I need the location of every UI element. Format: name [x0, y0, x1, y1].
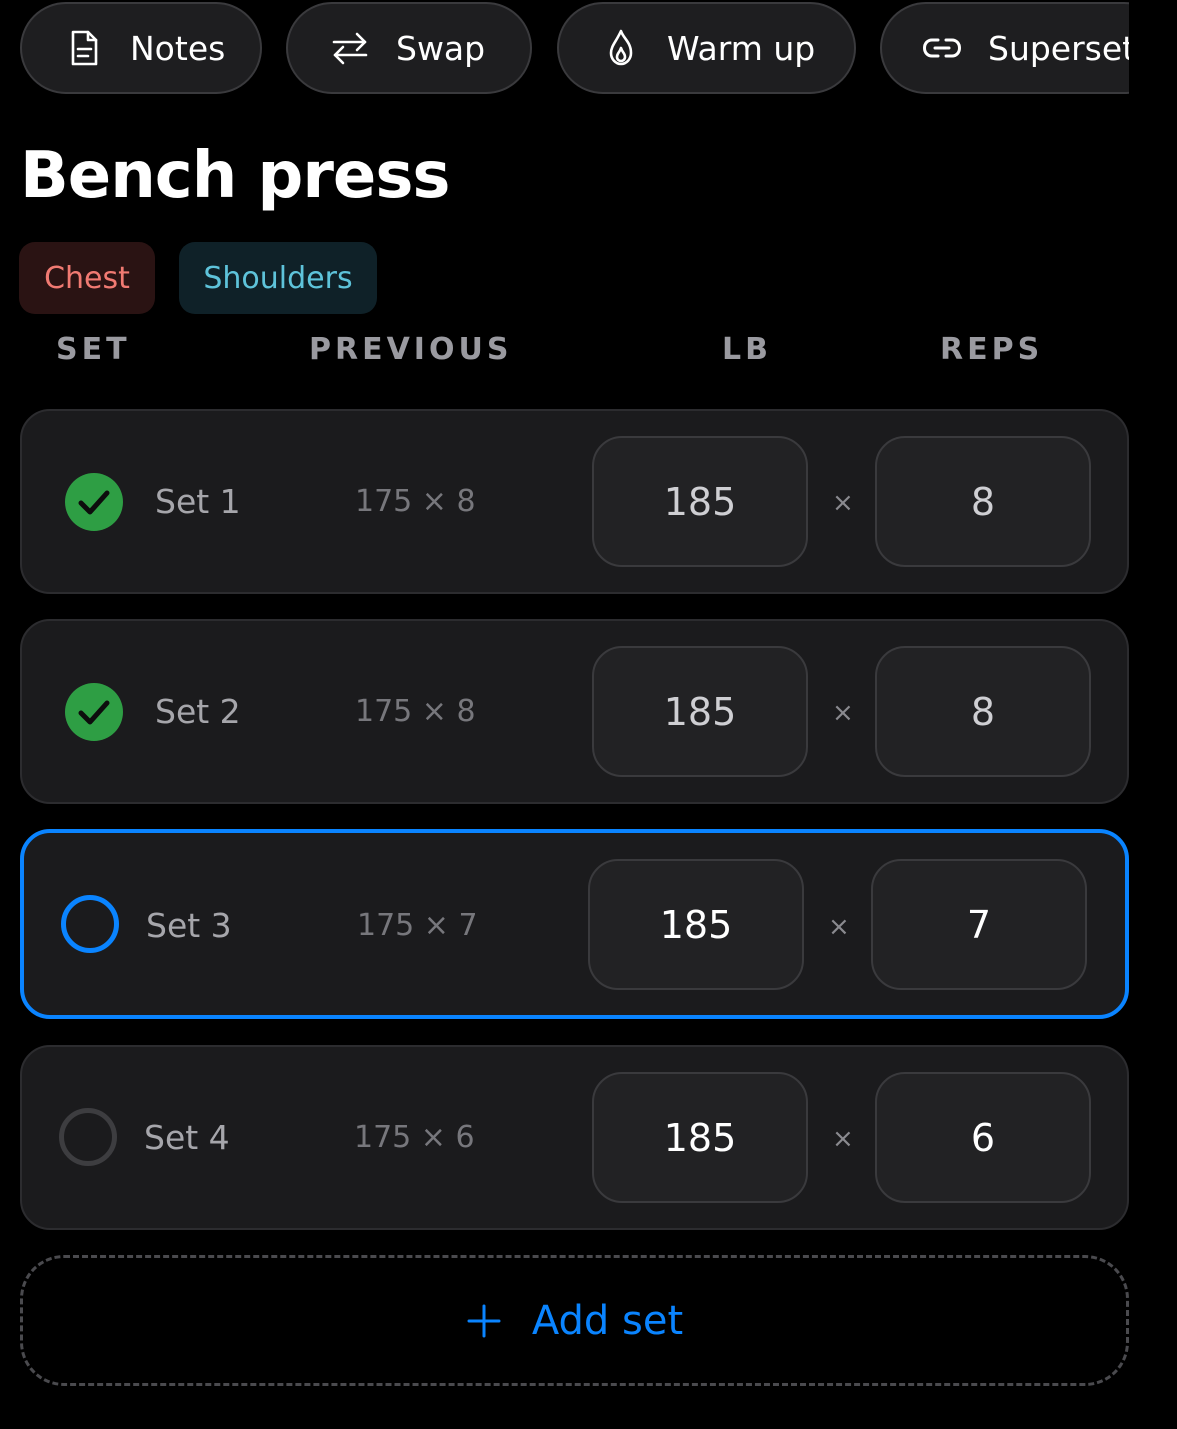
action-chip-row: Notes Swap Warm up Superset — [20, 2, 1129, 96]
set-label: Set 1 — [155, 482, 241, 521]
column-header-set: SET — [56, 332, 131, 367]
notes-label: Notes — [130, 28, 226, 68]
reps-input[interactable]: 8 — [875, 436, 1091, 567]
flame-icon — [601, 28, 641, 68]
previous-value: 175 × 6 — [354, 1120, 475, 1155]
add-set-button[interactable]: Add set — [20, 1255, 1129, 1386]
times-symbol: × — [832, 488, 854, 518]
link-icon — [922, 28, 962, 68]
column-header-previous: PREVIOUS — [309, 332, 513, 367]
set-complete-toggle[interactable] — [59, 1108, 117, 1166]
set-row: Set 4 175 × 6 185 × 6 — [20, 1045, 1129, 1230]
plus-icon — [466, 1303, 502, 1339]
reps-input[interactable]: 8 — [875, 646, 1091, 777]
exercise-title: Bench press — [20, 139, 450, 213]
times-symbol: × — [832, 698, 854, 728]
set-complete-toggle[interactable] — [65, 473, 123, 531]
muscle-tag-shoulders: Shoulders — [179, 242, 377, 314]
column-header-weight: LB — [722, 332, 772, 367]
superset-button[interactable]: Superset — [880, 2, 1129, 94]
times-symbol: × — [832, 1124, 854, 1154]
set-row: Set 1 175 × 8 185 × 8 — [20, 409, 1129, 594]
set-complete-toggle[interactable] — [61, 895, 119, 953]
checkmark-icon — [78, 700, 110, 725]
set-label: Set 3 — [146, 906, 232, 945]
weight-input[interactable]: 185 — [588, 859, 804, 990]
warm-up-label: Warm up — [667, 28, 816, 68]
superset-label: Superset — [988, 28, 1129, 68]
set-complete-toggle[interactable] — [65, 683, 123, 741]
set-row: Set 2 175 × 8 185 × 8 — [20, 619, 1129, 804]
set-row-active: Set 3 175 × 7 185 × 7 — [20, 829, 1129, 1019]
weight-input[interactable]: 185 — [592, 436, 808, 567]
previous-value: 175 × 7 — [357, 908, 478, 943]
swap-arrows-icon — [330, 28, 370, 68]
muscle-tag-chest: Chest — [19, 242, 155, 314]
checkmark-icon — [78, 490, 110, 515]
reps-input[interactable]: 6 — [875, 1072, 1091, 1203]
previous-value: 175 × 8 — [355, 484, 476, 519]
notes-button[interactable]: Notes — [20, 2, 262, 94]
set-label: Set 2 — [155, 692, 241, 731]
weight-input[interactable]: 185 — [592, 1072, 808, 1203]
set-label: Set 4 — [144, 1118, 230, 1157]
add-set-label: Add set — [531, 1297, 684, 1344]
column-header-reps: REPS — [940, 332, 1044, 367]
weight-input[interactable]: 185 — [592, 646, 808, 777]
reps-input[interactable]: 7 — [871, 859, 1087, 990]
document-icon — [64, 28, 104, 68]
previous-value: 175 × 8 — [355, 694, 476, 729]
times-symbol: × — [828, 912, 850, 942]
swap-button[interactable]: Swap — [286, 2, 532, 94]
warm-up-button[interactable]: Warm up — [557, 2, 856, 94]
swap-label: Swap — [396, 28, 486, 68]
